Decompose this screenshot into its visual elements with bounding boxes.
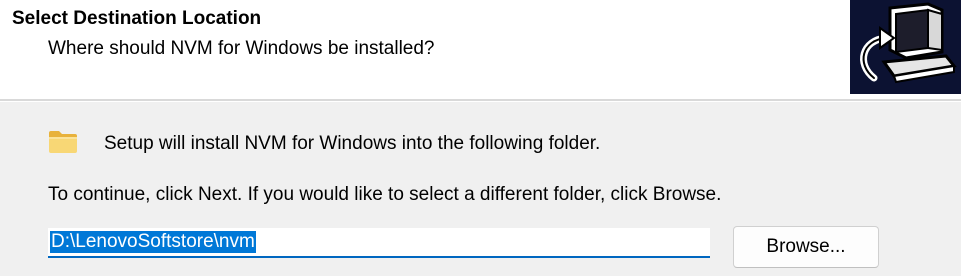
browse-button-label: Browse...	[766, 236, 846, 257]
destination-path-input[interactable]: D:\LenovoSoftstore\nvm	[48, 228, 710, 258]
install-folder-message: Setup will install NVM for Windows into …	[104, 133, 601, 154]
page-subtitle: Where should NVM for Windows be installe…	[48, 38, 435, 59]
header-divider	[0, 99, 961, 102]
folder-icon	[48, 130, 78, 154]
continue-instruction: To continue, click Next. If you would li…	[48, 184, 722, 205]
destination-path-value: D:\LenovoSoftstore\nvm	[50, 231, 256, 253]
wizard-header: Select Destination Location Where should…	[0, 0, 961, 99]
page-title: Select Destination Location	[12, 8, 262, 29]
computer-install-icon	[850, 0, 961, 94]
browse-button[interactable]: Browse...	[733, 226, 879, 268]
